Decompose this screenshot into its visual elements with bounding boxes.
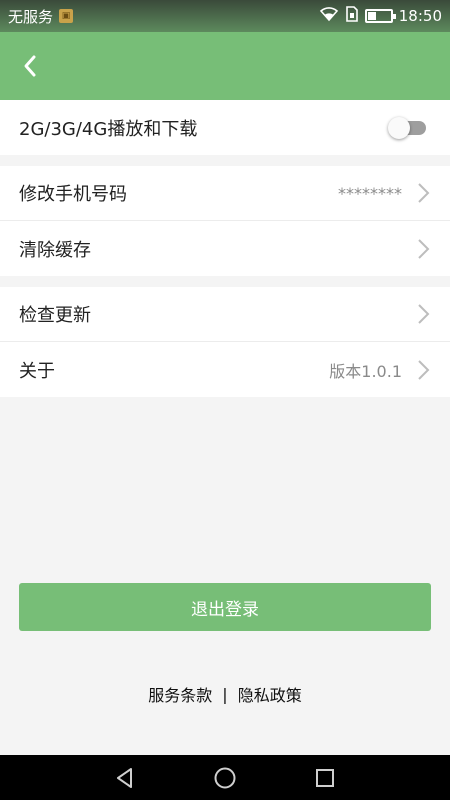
settings-group-network: 2G/3G/4G播放和下载 [0, 100, 450, 155]
status-right: 18:50 [319, 6, 442, 26]
battery-icon [364, 9, 396, 23]
about-row[interactable]: 关于 版本1.0.1 [0, 342, 450, 397]
clear-cache-label: 清除缓存 [19, 239, 91, 261]
back-button[interactable] [0, 32, 60, 100]
chevron-right-icon [416, 303, 430, 325]
sim-status-icon [345, 6, 359, 26]
phone-masked-value: ******** [338, 183, 402, 203]
carrier-text: 无服务 [8, 7, 54, 26]
check-update-label: 检查更新 [19, 305, 91, 326]
nav-recents-icon[interactable] [313, 766, 337, 790]
about-label: 关于 [19, 360, 55, 382]
network-play-label: 2G/3G/4G播放和下载 [19, 118, 198, 140]
clock-text: 18:50 [398, 7, 442, 25]
sim-card-icon: ▣ [59, 9, 74, 23]
version-value: 版本1.0.1 [329, 361, 402, 381]
settings-screen: 无服务 ▣ 18:50 2G/3G/4G播放和下载 修改手机号码 *******… [0, 0, 450, 800]
change-phone-right: ******** [338, 182, 430, 204]
logout-button[interactable]: 退出登录 [19, 583, 431, 631]
network-play-toggle[interactable] [388, 116, 428, 139]
clear-cache-right [416, 238, 430, 260]
nav-home-icon[interactable] [213, 766, 237, 790]
terms-link[interactable]: 服务条款 [148, 682, 212, 706]
chevron-right-icon [416, 359, 430, 381]
footer-separator: | [222, 684, 228, 704]
about-right: 版本1.0.1 [329, 358, 430, 382]
chevron-right-icon [416, 182, 430, 204]
change-phone-row[interactable]: 修改手机号码 ******** [0, 166, 450, 221]
status-left: 无服务 ▣ [8, 6, 74, 27]
change-phone-label: 修改手机号码 [19, 184, 127, 205]
privacy-link[interactable]: 隐私政策 [238, 682, 302, 706]
check-update-right [416, 303, 430, 325]
wifi-icon [319, 6, 339, 26]
nav-back-icon[interactable] [113, 766, 137, 790]
settings-group-app: 检查更新 关于 版本1.0.1 [0, 287, 450, 397]
settings-group-account: 修改手机号码 ******** 清除缓存 [0, 166, 450, 276]
status-bar: 无服务 ▣ 18:50 [0, 0, 450, 32]
app-header [0, 32, 450, 100]
footer-links: 服务条款 | 隐私政策 [0, 680, 450, 708]
check-update-row[interactable]: 检查更新 [0, 287, 450, 342]
clear-cache-row[interactable]: 清除缓存 [0, 221, 450, 276]
system-nav-bar [0, 755, 450, 800]
network-play-row[interactable]: 2G/3G/4G播放和下载 [0, 100, 450, 155]
chevron-right-icon [416, 238, 430, 260]
toggle-knob [388, 116, 410, 139]
back-arrow-icon [24, 55, 36, 77]
